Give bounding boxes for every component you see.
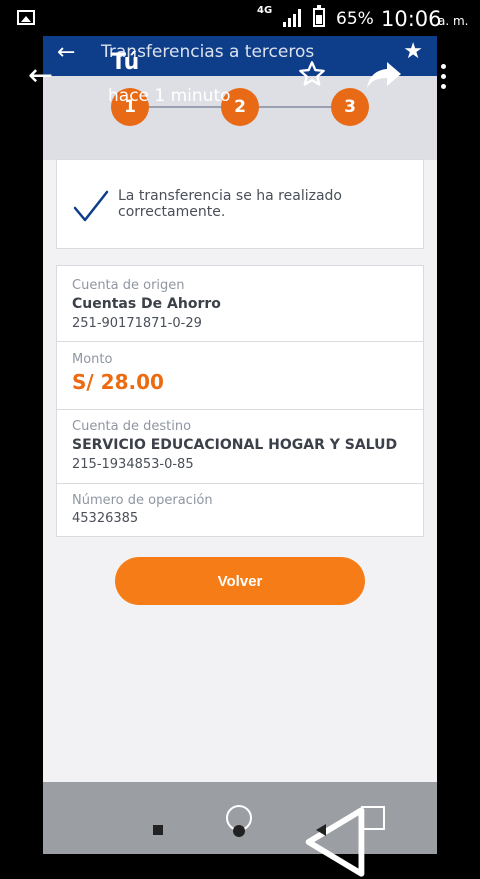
step-3: 3 (331, 88, 369, 126)
status-bar: 4G 65% 10:06 a. m. (0, 0, 480, 36)
amount-label: Monto (72, 352, 113, 367)
destination-label: Cuenta de destino (72, 419, 192, 434)
operation-number: 45326385 (72, 511, 139, 526)
origin-label: Cuenta de origen (72, 278, 185, 293)
destination-name: SERVICIO EDUCACIONAL HOGAR Y SALUD (72, 437, 398, 453)
check-icon (73, 190, 109, 222)
app-stop-icon (153, 825, 163, 835)
overlay-subtitle: hace 1 minuto (108, 86, 231, 106)
app-home-icon (233, 825, 245, 837)
signal-icon (283, 9, 301, 27)
clock: 10:06 (381, 7, 442, 31)
destination-row: Cuenta de destino SERVICIO EDUCACIONAL H… (57, 409, 423, 484)
header-star-icon[interactable]: ★ (403, 39, 423, 64)
amount-value: S/ 28.00 (72, 370, 164, 394)
app-screen: ← Transferencias a terceros ★ 1 2 3 La t… (43, 36, 437, 854)
header-back-icon[interactable]: ← (57, 40, 75, 65)
more-vert-icon[interactable] (441, 64, 447, 90)
volver-button[interactable]: Volver (115, 557, 365, 605)
transfer-details: Cuenta de origen Cuentas De Ahorro 251-9… (56, 265, 424, 537)
network-type: 4G (257, 5, 273, 16)
amount-row: Monto S/ 28.00 (57, 341, 423, 410)
share-icon[interactable] (367, 62, 401, 88)
battery-icon (313, 5, 325, 27)
overlay-back-icon[interactable]: ← (28, 58, 53, 93)
operation-label: Número de operación (72, 493, 213, 508)
nav-back-icon[interactable] (95, 805, 480, 879)
nav-recent-icon[interactable] (361, 806, 385, 830)
app-back-icon (316, 824, 326, 836)
success-message: La transferencia se ha realizado correct… (118, 188, 342, 220)
clock-ampm: a. m. (438, 14, 469, 28)
origin-row: Cuenta de origen Cuentas De Ahorro 251-9… (57, 266, 423, 342)
origin-number: 251-90171871-0-29 (72, 316, 202, 331)
overlay-title: Tú (111, 50, 140, 75)
destination-number: 215-1934853-0-85 (72, 457, 194, 472)
stepper: 1 2 3 (43, 76, 437, 160)
origin-name: Cuentas De Ahorro (72, 296, 221, 312)
battery-percent: 65% (336, 9, 374, 29)
image-icon (17, 10, 35, 25)
star-outline-icon[interactable] (298, 60, 326, 88)
operation-row: Número de operación 45326385 (57, 483, 423, 537)
success-card: La transferencia se ha realizado correct… (56, 159, 424, 249)
